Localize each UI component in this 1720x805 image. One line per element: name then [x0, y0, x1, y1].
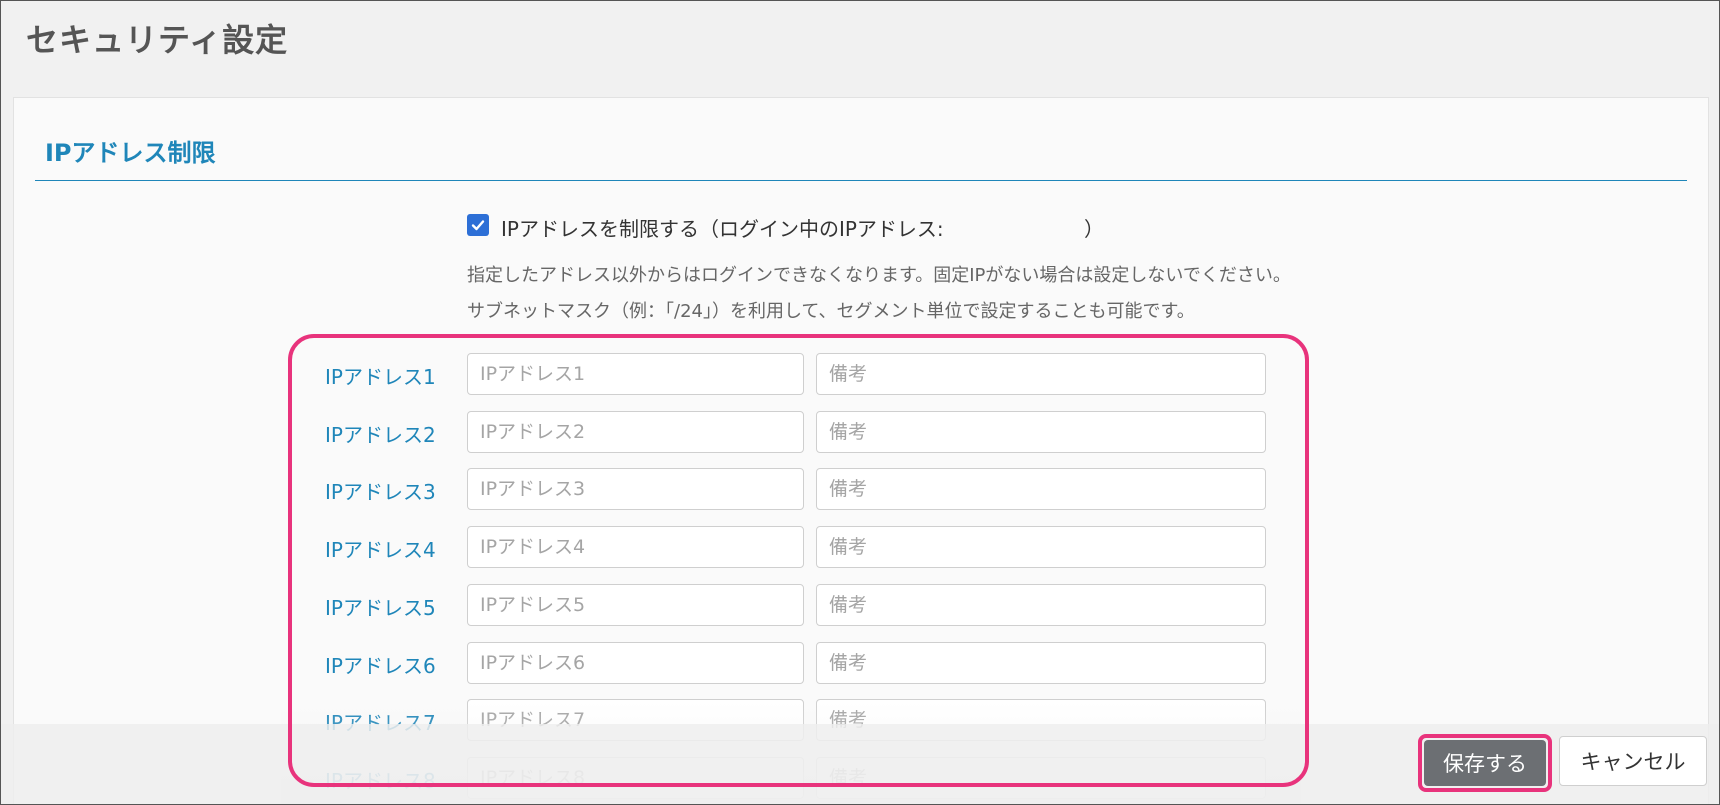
checkmark-icon	[471, 220, 485, 231]
restrict-ip-label[interactable]: IPアドレスを制限する（ログイン中のIPアドレス:	[501, 213, 944, 242]
restrict-ip-checkbox[interactable]	[467, 214, 489, 236]
section-title: IPアドレス制限	[45, 139, 216, 167]
ip-address-input[interactable]	[467, 526, 804, 568]
ip-address-input[interactable]	[467, 353, 804, 395]
note-input[interactable]	[816, 468, 1266, 510]
note-input[interactable]	[816, 584, 1266, 626]
ip-address-input[interactable]	[467, 642, 804, 684]
ip-address-label: IPアドレス4	[325, 538, 436, 562]
cancel-button[interactable]: キャンセル	[1559, 736, 1707, 786]
ip-address-label: IPアドレス3	[325, 480, 436, 504]
restrict-ip-label-close: ）	[1084, 217, 1104, 241]
ip-address-label: IPアドレス2	[325, 423, 436, 447]
page-title: セキュリティ設定	[26, 21, 289, 59]
note-input[interactable]	[816, 353, 1266, 395]
ip-address-label: IPアドレス5	[325, 596, 436, 620]
ip-address-label: IPアドレス6	[325, 654, 436, 678]
section-divider	[35, 180, 1687, 181]
note-input[interactable]	[816, 642, 1266, 684]
note-input[interactable]	[816, 411, 1266, 453]
save-button[interactable]: 保存する	[1424, 740, 1546, 786]
ip-address-input[interactable]	[467, 584, 804, 626]
restriction-description-1: 指定したアドレス以外からはログインできなくなります。固定IPがない場合は設定しな…	[467, 265, 1291, 286]
window-frame: セキュリティ設定 IPアドレス制限 IPアドレスを制限する（ログイン中のIPアド…	[0, 0, 1720, 805]
ip-address-input[interactable]	[467, 411, 804, 453]
restriction-description-2: サブネットマスク（例：「/24」）を利用して、セグメント単位で設定することも可能…	[467, 301, 1195, 322]
note-input[interactable]	[816, 526, 1266, 568]
ip-address-input[interactable]	[467, 468, 804, 510]
ip-address-label: IPアドレス1	[325, 365, 436, 389]
